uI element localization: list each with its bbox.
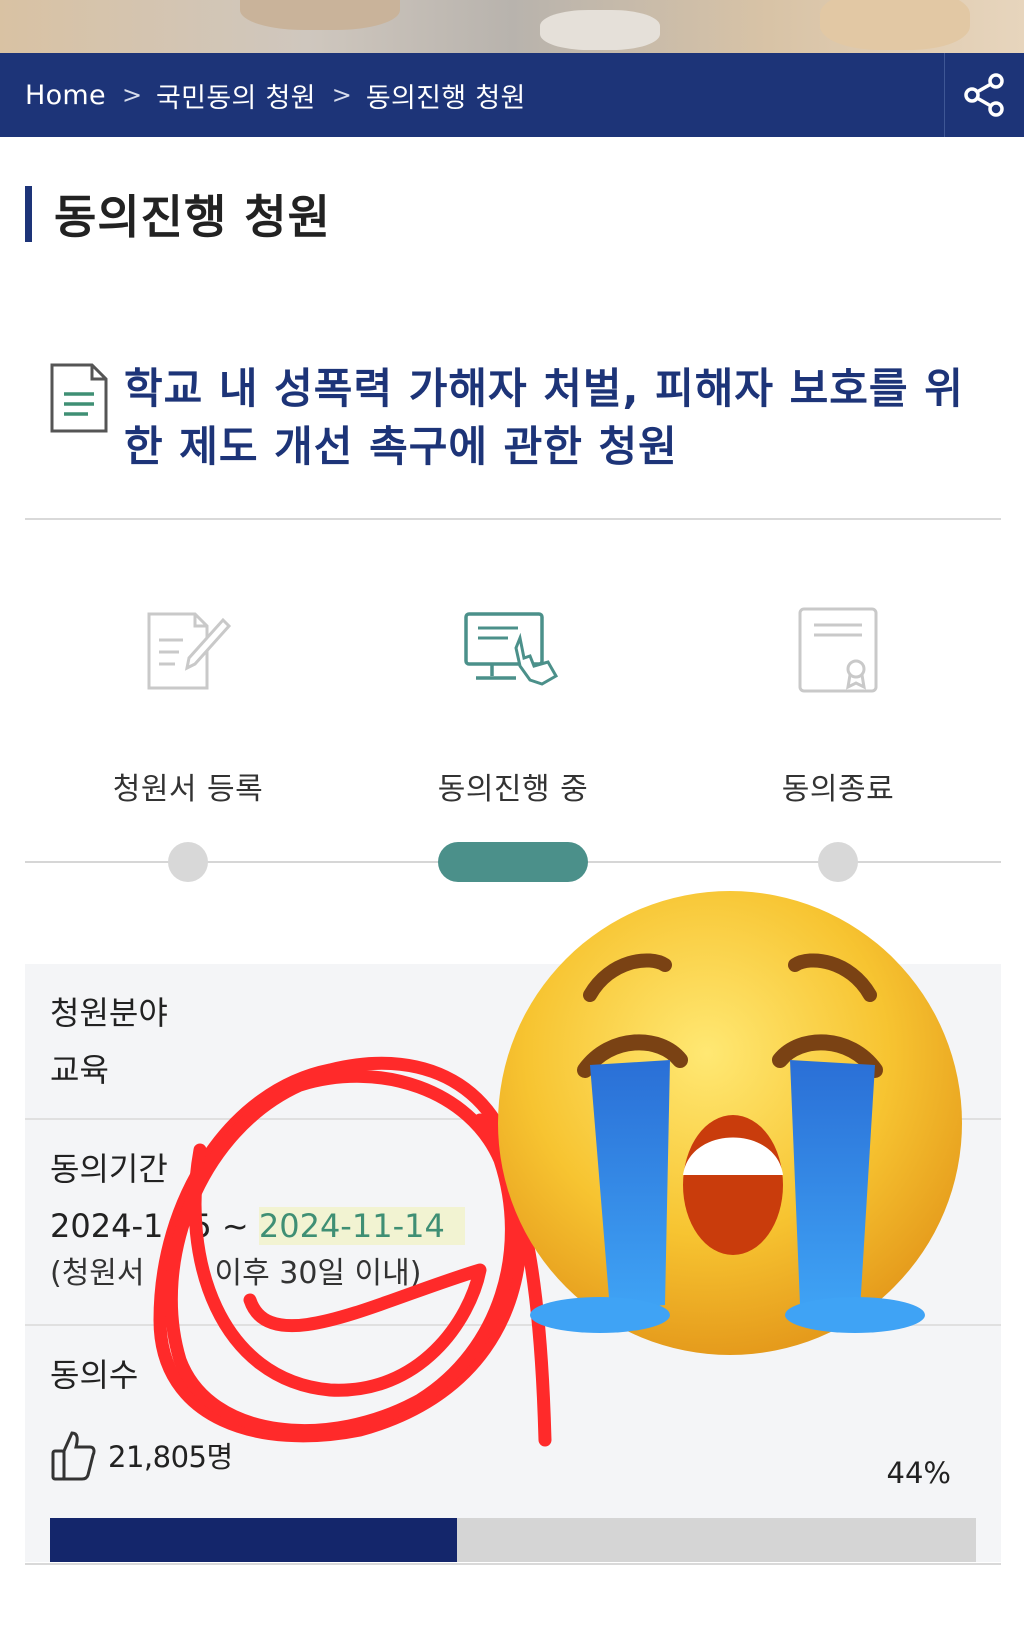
divider (25, 518, 1001, 520)
period-separator: 5 ~ (191, 1207, 259, 1245)
breadcrumb: Home > 국민동의 청원 > 동의진행 청원 (0, 53, 944, 137)
page-title: 동의진행 청원 (54, 190, 331, 244)
title-accent-bar (25, 186, 32, 242)
petition-header: 학교 내 성폭력 가해자 처벌, 피해자 보호를 위한 제도 개선 촉구에 관한… (48, 360, 978, 476)
step-label: 동의진행 중 (437, 772, 589, 807)
breadcrumb-public-petition[interactable]: 국민동의 청원 (156, 76, 316, 115)
divider (25, 1563, 1001, 1565)
form-pen-icon (147, 612, 232, 690)
count-row: 21,805명 (50, 1420, 976, 1490)
top-navbar: Home > 국민동의 청원 > 동의진행 청원 (0, 53, 1024, 137)
step-register: 청원서 등록 (38, 600, 338, 808)
consent-percent: 44% (886, 1456, 951, 1490)
chevron-right-icon: > (331, 81, 352, 109)
step-dot (818, 842, 858, 882)
consent-progress-bar (50, 1518, 976, 1562)
page: Home > 국민동의 청원 > 동의진행 청원 동의진행 청원 학교 내 성폭… (0, 0, 1024, 1627)
step-dot (168, 842, 208, 882)
chevron-right-icon: > (121, 81, 143, 109)
crying-face-emoji (498, 891, 962, 1355)
step-closed: 동의종료 (688, 600, 988, 808)
document-icon (50, 363, 108, 433)
step-label: 청원서 등록 (112, 772, 264, 807)
period-end-date: 2024-11-14 (258, 1207, 465, 1245)
thumbs-up-icon (51, 1431, 96, 1481)
share-icon (963, 73, 1004, 117)
monitor-click-icon (464, 612, 559, 686)
breadcrumb-home[interactable]: Home (25, 80, 106, 111)
step-in-progress: 동의진행 중 (363, 600, 663, 808)
step-active-indicator (438, 842, 588, 882)
step-label: 동의종료 (781, 772, 895, 807)
period-start: 2024-1 (50, 1207, 164, 1245)
petition-title: 학교 내 성폭력 가해자 처벌, 피해자 보호를 위한 제도 개선 촉구에 관한… (124, 364, 964, 471)
consent-progress-fill (50, 1518, 458, 1562)
consent-count: 21,805명 (108, 1440, 233, 1474)
page-title-block: 동의진행 청원 (25, 186, 331, 244)
banner-image (0, 0, 1024, 53)
share-button[interactable] (944, 53, 1024, 137)
breadcrumb-current[interactable]: 동의진행 청원 (366, 76, 526, 115)
certificate-icon (798, 607, 878, 693)
